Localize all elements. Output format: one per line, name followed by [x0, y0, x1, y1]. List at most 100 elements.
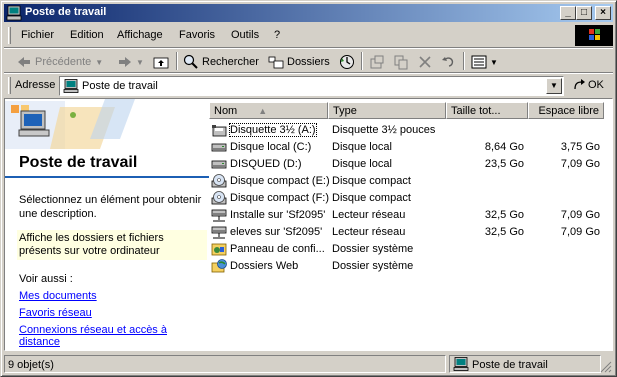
item-free-space: 7,09 Go	[560, 226, 600, 238]
toolbar-separator	[176, 52, 178, 70]
item-name: Disque compact (F:)	[230, 192, 330, 204]
list-item[interactable]: Installe sur 'Sf2095' Lecteur réseau 32,5 …	[209, 207, 612, 224]
undo-button[interactable]	[441, 53, 457, 71]
list-item[interactable]: Panneau de confi... Dossier système	[209, 241, 612, 258]
status-bar: 9 objet(s) Poste de travail	[4, 354, 613, 374]
close-button[interactable]: ×	[595, 6, 611, 20]
undo-icon	[441, 54, 457, 70]
list-item[interactable]: Disque compact (F:) Disque compact	[209, 190, 612, 207]
menu-bar: Fichier Edition Affichage Favoris Outils…	[4, 24, 613, 47]
back-button[interactable]: Précédente ▼	[16, 53, 103, 71]
item-type: Dossier système	[332, 260, 414, 272]
menu-help[interactable]: ?	[274, 29, 280, 41]
item-free-space: 3,75 Go	[560, 141, 600, 153]
pane-banner	[5, 99, 209, 149]
menu-outils[interactable]: Outils	[231, 29, 259, 41]
web-folders-icon	[211, 258, 227, 274]
computer-illustration-icon	[18, 110, 50, 137]
network-drive-icon	[211, 207, 227, 223]
pane-hint: Affiche les dossiers et fichiers présent…	[17, 230, 207, 260]
address-grip[interactable]	[8, 77, 11, 94]
link-connexions-reseau[interactable]: Connexions réseau et accès à distance	[19, 324, 209, 348]
history-icon	[339, 54, 355, 70]
move-to-button[interactable]	[369, 53, 385, 71]
search-button[interactable]: Rechercher	[183, 53, 259, 71]
link-mes-documents[interactable]: Mes documents	[19, 290, 97, 302]
hard-drive-icon	[211, 156, 227, 172]
toolbar-separator	[361, 52, 363, 70]
go-label: OK	[588, 79, 604, 91]
address-value: Poste de travail	[82, 80, 158, 92]
back-arrow-icon	[16, 55, 32, 69]
item-type: Lecteur réseau	[332, 209, 406, 221]
search-label: Rechercher	[202, 56, 259, 68]
item-total-size: 32,5 Go	[484, 226, 524, 238]
up-folder-button[interactable]	[153, 53, 169, 71]
computer-icon	[6, 5, 22, 21]
copy-to-button[interactable]	[393, 53, 409, 71]
history-button[interactable]	[339, 53, 355, 71]
maximize-button[interactable]: □	[576, 6, 592, 20]
back-label: Précédente	[35, 56, 92, 68]
column-header-free[interactable]: Espace libre	[528, 102, 604, 119]
status-count: 9 objet(s)	[8, 359, 54, 371]
menu-affichage[interactable]: Affichage	[117, 29, 163, 41]
menu-edition[interactable]: Edition	[70, 29, 104, 41]
list-item[interactable]: Dossiers Web Dossier système	[209, 258, 612, 275]
item-name: Installe sur 'Sf2095'	[230, 209, 326, 221]
address-input[interactable]: Poste de travail ▼	[59, 76, 564, 96]
item-name: Dossiers Web	[230, 260, 299, 272]
menu-favoris[interactable]: Favoris	[179, 29, 215, 41]
views-dropdown-icon[interactable]: ▼	[490, 58, 498, 67]
item-type: Disque local	[332, 141, 392, 153]
views-icon	[471, 54, 487, 70]
item-name: Disquette 3½ (A:)	[229, 123, 317, 137]
item-total-size: 23,5 Go	[484, 158, 524, 170]
list-item[interactable]: Disquette 3½ (A:) Disquette 3½ pouces	[209, 122, 612, 139]
item-total-size: 8,64 Go	[484, 141, 524, 153]
search-icon	[183, 54, 199, 70]
minimize-button[interactable]: _	[560, 6, 576, 20]
folders-icon	[268, 55, 284, 69]
folders-button[interactable]: Dossiers	[268, 53, 330, 71]
item-type: Dossier système	[332, 243, 414, 255]
standard-toolbar: Précédente ▼ ▼ Rechercher Dossiers ▼	[4, 49, 613, 73]
link-favoris-reseau[interactable]: Favoris réseau	[19, 307, 92, 319]
item-name: Disque local (C:)	[230, 141, 312, 153]
forward-arrow-icon	[117, 55, 133, 69]
address-dropdown-button[interactable]: ▼	[546, 78, 562, 94]
go-arrow-icon	[572, 78, 586, 92]
list-item[interactable]: Disque compact (E:) Disque compact	[209, 173, 612, 190]
menu-grip[interactable]	[8, 27, 11, 44]
up-folder-icon	[153, 55, 169, 69]
column-name-label: Nom	[214, 105, 238, 117]
list-item[interactable]: Disque local (C:) Disque local 8,64 Go 3,75…	[209, 139, 612, 156]
window-title: Poste de travail	[25, 6, 107, 18]
forward-button[interactable]: ▼	[117, 53, 144, 71]
column-header-type[interactable]: Type	[328, 102, 446, 119]
title-bar[interactable]: Poste de travail _ □ ×	[4, 4, 613, 22]
go-button[interactable]: OK	[572, 78, 604, 92]
forward-dropdown-icon[interactable]: ▼	[136, 58, 144, 67]
status-panel-count: 9 objet(s)	[4, 355, 446, 373]
list-item[interactable]: DISQUED (D:) Disque local 23,5 Go 7,09 Go	[209, 156, 612, 173]
hard-drive-icon	[211, 139, 227, 155]
column-header-name[interactable]: Nom ▲	[209, 102, 328, 119]
column-header-total[interactable]: Taille tot...	[446, 102, 528, 119]
delete-button[interactable]	[417, 53, 433, 71]
address-label: Adresse	[15, 79, 56, 91]
item-type: Lecteur réseau	[332, 226, 406, 238]
views-button[interactable]: ▼	[471, 53, 498, 71]
floppy-icon	[211, 122, 227, 138]
computer-icon	[453, 357, 469, 371]
menu-fichier[interactable]: Fichier	[21, 29, 54, 41]
item-name: eleves sur 'Sf2095'	[230, 226, 323, 238]
resize-grip-icon[interactable]	[600, 361, 612, 373]
list-item[interactable]: eleves sur 'Sf2095' Lecteur réseau 32,5 Go…	[209, 224, 612, 241]
back-dropdown-icon[interactable]: ▼	[95, 58, 103, 67]
folders-label: Dossiers	[287, 56, 330, 68]
windows-logo-icon	[575, 25, 613, 46]
cd-drive-icon	[211, 173, 227, 189]
cd-drive-icon	[211, 190, 227, 206]
see-also-label: Voir aussi :	[19, 273, 73, 285]
